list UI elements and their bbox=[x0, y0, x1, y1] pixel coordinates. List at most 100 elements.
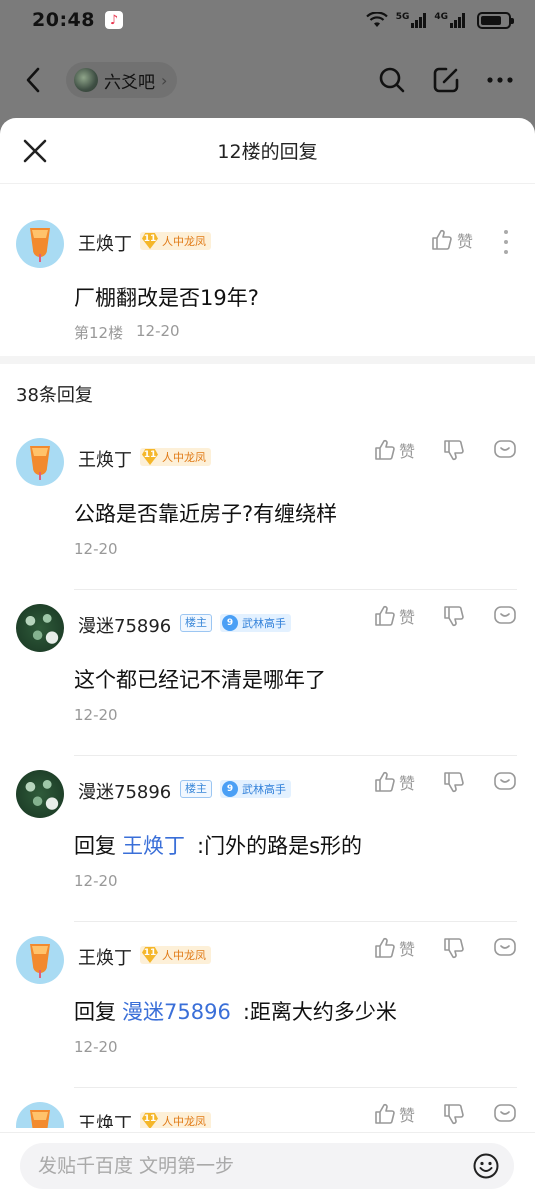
level-number: 9 bbox=[222, 615, 238, 631]
forum-chip[interactable]: 六爻吧 › bbox=[66, 62, 178, 98]
status-bar: 20:48 ♪ 5G 4G bbox=[0, 0, 535, 40]
forum-name: 六爻吧 bbox=[104, 72, 155, 93]
avatar[interactable] bbox=[16, 770, 64, 818]
like-button[interactable]: 赞 bbox=[431, 228, 473, 252]
reply-sheet: 12楼的回复 王焕丁 11 人中龙凤 赞 厂棚翻改是否19年? 第12楼 12-… bbox=[0, 118, 535, 1200]
reply-button[interactable] bbox=[493, 438, 517, 462]
wifi-icon bbox=[365, 12, 388, 27]
dislike-button[interactable] bbox=[443, 605, 465, 627]
battery-level bbox=[481, 15, 501, 25]
level-gem-icon: 11 bbox=[140, 232, 160, 250]
search-icon bbox=[379, 67, 405, 93]
floor-number: 第12楼 bbox=[74, 324, 124, 342]
reply-item: 漫迷75896 楼主 9 武林高手 赞回复 王焕丁:门外的路是s形的 12-20 bbox=[0, 756, 535, 922]
comment-icon bbox=[494, 1104, 516, 1122]
reply-button[interactable] bbox=[493, 1102, 517, 1126]
reply-text: :距离大约多少米 bbox=[242, 1000, 397, 1024]
network-4g-label: 4G bbox=[434, 12, 448, 22]
reply-text: :门外的路是s形的 bbox=[197, 834, 363, 858]
input-pill bbox=[20, 1143, 514, 1189]
signal-5g-icon: 5G bbox=[396, 12, 427, 28]
mention-link[interactable]: 漫迷75896 bbox=[122, 1000, 231, 1024]
drink-avatar-icon bbox=[30, 944, 50, 978]
sheet-title: 12楼的回复 bbox=[217, 141, 318, 163]
drink-avatar-icon bbox=[30, 446, 50, 480]
dislike-button[interactable] bbox=[443, 439, 465, 461]
thumbs-down-icon bbox=[444, 440, 464, 461]
reply-input[interactable] bbox=[38, 1155, 472, 1177]
compose-button[interactable] bbox=[431, 65, 461, 95]
mention-link[interactable]: 王焕丁 bbox=[122, 834, 185, 858]
level-badge: 11 人中龙凤 bbox=[140, 946, 211, 964]
level-title: 人中龙凤 bbox=[162, 949, 206, 962]
reply-actions: 赞 bbox=[374, 936, 517, 960]
dislike-button[interactable] bbox=[443, 937, 465, 959]
battery-icon bbox=[477, 11, 514, 29]
reply-button[interactable] bbox=[493, 936, 517, 960]
reply-item: 王焕丁 11 人中龙凤 赞 bbox=[0, 1088, 535, 1128]
username[interactable]: 漫迷75896 bbox=[78, 778, 171, 804]
post-date: 12-20 bbox=[136, 322, 180, 340]
search-button[interactable] bbox=[377, 65, 407, 95]
comment-icon bbox=[494, 938, 516, 956]
level-badge: 11 人中龙凤 bbox=[140, 1112, 211, 1128]
close-icon[interactable] bbox=[22, 138, 48, 164]
avatar[interactable] bbox=[16, 438, 64, 486]
network-5g-label: 5G bbox=[395, 12, 410, 22]
username[interactable]: 王焕丁 bbox=[78, 446, 132, 472]
reply-button[interactable] bbox=[493, 770, 517, 794]
status-indicators: 5G 4G bbox=[365, 11, 514, 29]
username[interactable]: 王焕丁 bbox=[78, 230, 132, 256]
thumbs-up-icon bbox=[375, 1103, 395, 1124]
level-gem-icon: 9 bbox=[220, 780, 240, 798]
thumbs-down-icon bbox=[444, 1104, 464, 1125]
section-divider bbox=[0, 356, 535, 364]
level-badge: 11 人中龙凤 bbox=[140, 232, 211, 250]
username[interactable]: 漫迷75896 bbox=[78, 612, 171, 638]
level-gem-icon: 11 bbox=[140, 448, 160, 466]
avatar[interactable] bbox=[16, 1102, 64, 1128]
back-button[interactable] bbox=[20, 65, 46, 95]
username[interactable]: 王焕丁 bbox=[78, 944, 132, 970]
reply-button[interactable] bbox=[493, 604, 517, 628]
like-button[interactable]: 赞 bbox=[374, 604, 415, 628]
like-button[interactable]: 赞 bbox=[374, 1102, 415, 1126]
emoji-icon[interactable] bbox=[472, 1152, 500, 1180]
like-button[interactable]: 赞 bbox=[374, 438, 415, 462]
reply-text: 公路是否靠近房子?有缠绕样 bbox=[74, 502, 338, 526]
more-button[interactable] bbox=[485, 65, 515, 95]
level-number: 11 bbox=[142, 1113, 158, 1128]
dislike-button[interactable] bbox=[443, 1103, 465, 1125]
level-title: 人中龙凤 bbox=[162, 235, 206, 248]
level-badge: 9 武林高手 bbox=[220, 780, 291, 798]
like-button[interactable]: 赞 bbox=[374, 936, 415, 960]
level-title: 人中龙凤 bbox=[162, 1115, 206, 1128]
thumbs-down-icon bbox=[444, 772, 464, 793]
username[interactable]: 王焕丁 bbox=[78, 1110, 132, 1128]
level-badge: 9 武林高手 bbox=[220, 614, 291, 632]
owner-tag: 楼主 bbox=[180, 614, 212, 632]
dislike-button[interactable] bbox=[443, 771, 465, 793]
reply-prefix: 回复 bbox=[74, 1000, 116, 1024]
avatar[interactable] bbox=[16, 936, 64, 984]
level-number: 11 bbox=[142, 947, 158, 963]
like-label: 赞 bbox=[398, 608, 415, 627]
level-title: 人中龙凤 bbox=[162, 451, 206, 464]
thumbs-up-icon bbox=[375, 771, 395, 792]
owner-tag: 楼主 bbox=[180, 780, 212, 798]
reply-actions: 赞 bbox=[374, 438, 517, 462]
like-button[interactable]: 赞 bbox=[374, 770, 415, 794]
status-time: 20:48 bbox=[32, 9, 95, 31]
level-gem-icon: 9 bbox=[220, 614, 240, 632]
reply-item: 王焕丁 11 人中龙凤 赞回复 漫迷75896:距离大约多少米 12-20 bbox=[0, 922, 535, 1088]
more-options-icon[interactable] bbox=[503, 230, 509, 254]
level-title: 武林高手 bbox=[242, 617, 286, 630]
avatar[interactable] bbox=[16, 220, 64, 268]
avatar[interactable] bbox=[16, 604, 64, 652]
reply-prefix: 回复 bbox=[74, 834, 116, 858]
floor-post: 王焕丁 11 人中龙凤 赞 厂棚翻改是否19年? 第12楼 12-20 bbox=[0, 184, 535, 356]
reply-actions: 赞 bbox=[374, 604, 517, 628]
forum-avatar bbox=[74, 68, 98, 92]
level-gem-icon: 11 bbox=[140, 946, 160, 964]
drink-avatar-icon bbox=[30, 228, 50, 262]
